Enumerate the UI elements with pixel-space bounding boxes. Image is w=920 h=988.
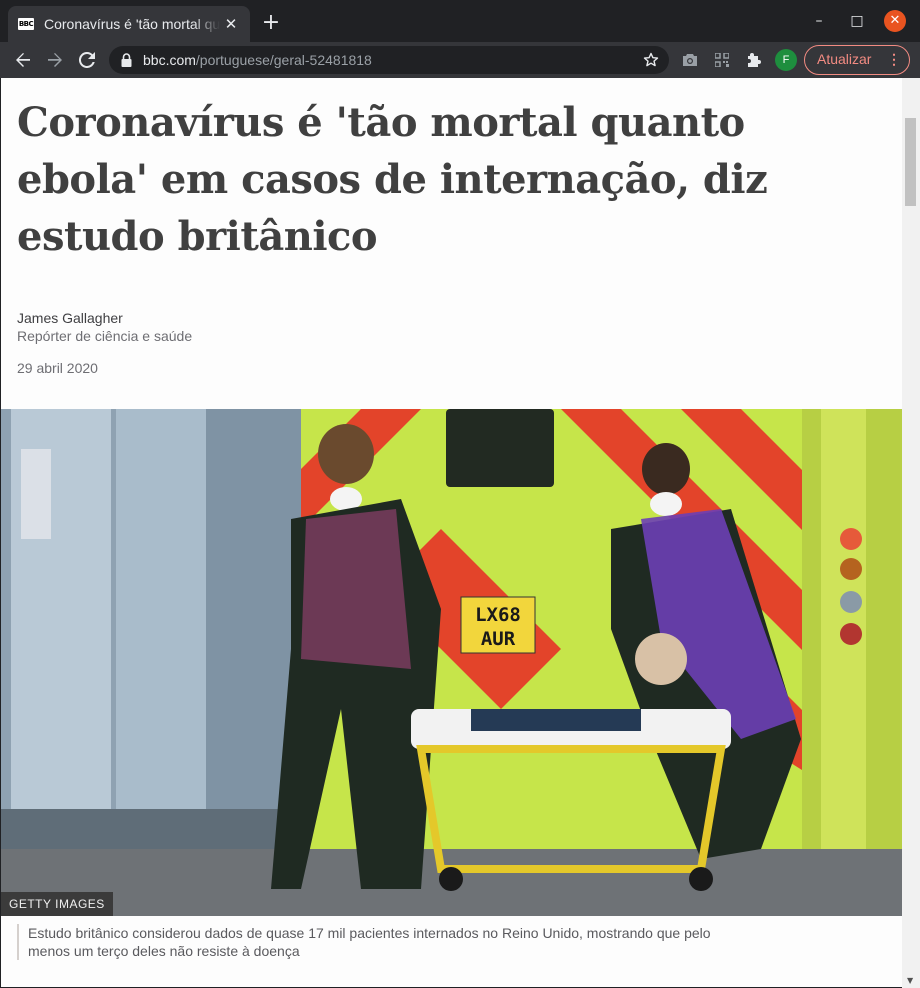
update-button-label: Atualizar bbox=[817, 51, 872, 67]
camera-icon[interactable] bbox=[676, 46, 704, 74]
plate-line-1: LX68 bbox=[475, 604, 521, 626]
profile-avatar[interactable]: F bbox=[775, 49, 797, 71]
minimize-button[interactable]: – bbox=[806, 8, 832, 34]
close-window-button[interactable]: ✕ bbox=[884, 10, 906, 32]
more-menu-icon[interactable]: ⋮ bbox=[887, 46, 901, 73]
bookmark-star-icon[interactable] bbox=[643, 49, 659, 72]
author-role: Repórter de ciência e saúde bbox=[17, 328, 193, 344]
address-bar[interactable]: bbc.com/portuguese/geral-52481818 bbox=[109, 46, 669, 74]
browser-toolbar: bbc.com/portuguese/geral-52481818 F Atua… bbox=[0, 42, 920, 78]
new-tab-button[interactable]: + bbox=[260, 10, 282, 36]
image-caption: Estudo britânico considerou dados de qua… bbox=[17, 924, 737, 960]
publish-date: 29 abril 2020 bbox=[17, 360, 98, 376]
reload-icon[interactable] bbox=[73, 46, 101, 74]
author-name[interactable]: James Gallagher bbox=[17, 310, 123, 326]
update-button[interactable]: Atualizar ⋮ bbox=[804, 45, 910, 75]
scrollbar-thumb[interactable] bbox=[905, 118, 916, 206]
plate-line-2: AUR bbox=[481, 628, 516, 650]
maximize-button[interactable]: □ bbox=[844, 8, 870, 34]
tab-strip: BBC Coronavírus é 'tão mortal quanto ebo… bbox=[0, 0, 920, 42]
page-scrollbar[interactable]: ▼ bbox=[902, 78, 920, 988]
article-headline: Coronavírus é 'tão mortal quanto ebola' … bbox=[17, 99, 768, 260]
article-photo: LX68 AUR bbox=[1, 409, 902, 916]
forward-arrow-icon[interactable] bbox=[41, 46, 69, 74]
bbc-favicon-icon: BBC bbox=[18, 18, 34, 30]
tab-title: Coronavírus é 'tão mortal quanto ebola' bbox=[44, 16, 220, 32]
url-path: /portuguese/geral-52481818 bbox=[195, 52, 372, 68]
browser-tab[interactable]: BBC Coronavírus é 'tão mortal quanto ebo… bbox=[8, 6, 250, 42]
url-host: bbc.com bbox=[143, 52, 196, 68]
url-text[interactable]: bbc.com/portuguese/geral-52481818 bbox=[143, 52, 372, 68]
qr-code-icon[interactable] bbox=[708, 46, 736, 74]
extensions-puzzle-icon[interactable] bbox=[740, 46, 768, 74]
article-page: Coronavírus é 'tão mortal quanto ebola' … bbox=[1, 78, 902, 987]
back-arrow-icon[interactable] bbox=[9, 46, 37, 74]
lock-icon[interactable] bbox=[121, 53, 133, 67]
tab-close-icon[interactable]: ✕ bbox=[222, 15, 240, 33]
scroll-down-arrow-icon[interactable]: ▼ bbox=[907, 976, 913, 985]
image-credit: GETTY IMAGES bbox=[1, 892, 113, 916]
